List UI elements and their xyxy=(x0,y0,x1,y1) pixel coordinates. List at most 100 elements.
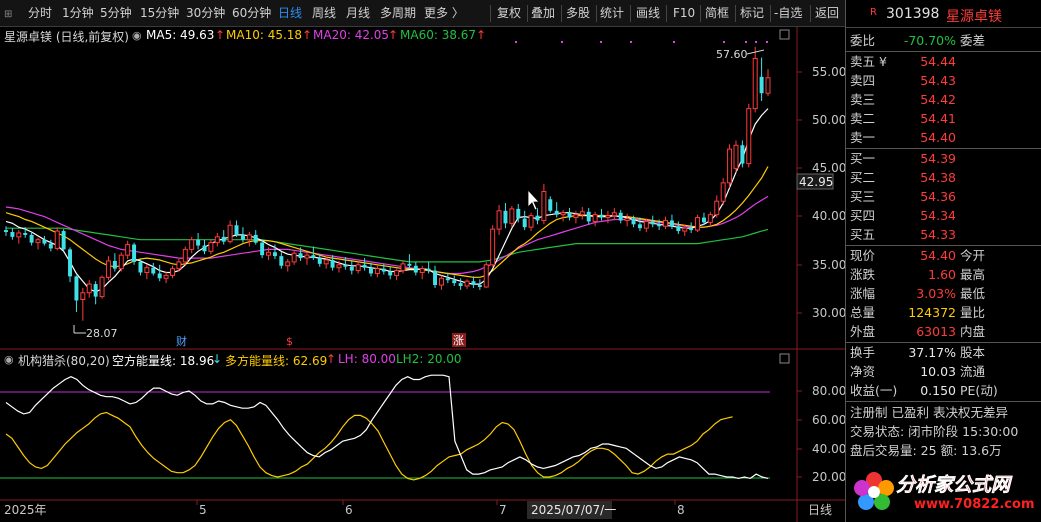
candle-body xyxy=(516,208,521,219)
candle-body xyxy=(304,254,310,259)
ask-row[interactable]: 卖二 54.41 xyxy=(846,109,1041,128)
candle xyxy=(355,261,361,274)
candle-body xyxy=(394,270,400,276)
price-tick-label: 50.00 xyxy=(812,113,845,127)
bid-row[interactable]: 买四 54.34 xyxy=(846,206,1041,225)
candle-body xyxy=(311,255,316,259)
price-axis: 55.00 50.00 45.00 40.00 35.00 30.00 42.9… xyxy=(796,65,845,320)
candle xyxy=(452,275,457,287)
candle-body xyxy=(35,239,41,244)
maximize-icon[interactable] xyxy=(779,29,790,40)
dividend-marker[interactable]: $ xyxy=(286,335,293,348)
bid-price: 54.39 xyxy=(920,151,956,166)
stat-row: 收益(一) 0.150 PE(动) xyxy=(846,381,1041,400)
candle-body xyxy=(438,277,444,286)
candle xyxy=(234,220,239,237)
mark-button[interactable]: 标记 xyxy=(740,5,764,22)
candle xyxy=(182,246,188,265)
candle-body xyxy=(10,232,15,237)
candle-body xyxy=(182,248,188,263)
candle-body xyxy=(234,225,239,235)
tab-1min[interactable]: 1分钟 xyxy=(62,5,94,22)
ma5-arrow: ↑ xyxy=(215,28,226,42)
tab-multi-period[interactable]: 多周期 xyxy=(380,5,416,22)
tab-5min[interactable]: 5分钟 xyxy=(100,5,132,22)
tab-15min[interactable]: 15分钟 xyxy=(140,5,179,22)
candle xyxy=(554,202,559,218)
bid-row[interactable]: 买一 54.39 xyxy=(846,149,1041,168)
stat-row: 外盘 63013 内盘 xyxy=(846,322,1041,341)
tab-more[interactable]: 更多 〉 xyxy=(424,5,464,22)
candle-body xyxy=(68,249,73,277)
multi-stock-button[interactable]: 多股 xyxy=(566,5,590,22)
stat-value: 1.60 xyxy=(928,267,956,282)
candle xyxy=(221,230,226,245)
candle-body xyxy=(637,224,642,229)
candle-body xyxy=(176,261,182,270)
candle-body xyxy=(355,264,361,272)
tab-monthly[interactable]: 月线 xyxy=(346,5,370,22)
ask-row[interactable]: 卖三 54.42 xyxy=(846,90,1041,109)
simple-frame-button[interactable]: 简框 xyxy=(705,5,729,22)
financial-report-marker[interactable]: 财 xyxy=(176,334,187,348)
stats-button[interactable]: 统计 xyxy=(600,5,624,22)
candle xyxy=(208,239,214,255)
stat-row: 净资 10.03 流通 xyxy=(846,362,1041,381)
weibi-row: 委比 -70.70% 委差 xyxy=(846,31,1041,50)
draw-line-button[interactable]: 画线 xyxy=(636,5,660,22)
back-button[interactable]: 返回 xyxy=(815,5,839,22)
candle xyxy=(132,242,137,265)
candle-body xyxy=(54,230,60,249)
bid-row[interactable]: 买五 54.33 xyxy=(846,225,1041,244)
candle-body xyxy=(701,217,706,223)
watermark-logo: 分析家公式网 www.70822.com xyxy=(848,464,1038,518)
empty-energy-arrow: ↓ xyxy=(212,352,223,366)
overlay-button[interactable]: 叠加 xyxy=(531,5,555,22)
stat-label: 股本 xyxy=(960,345,986,360)
candle-body xyxy=(746,108,752,165)
tab-weekly[interactable]: 周线 xyxy=(312,5,336,22)
candle xyxy=(471,276,476,288)
f10-button[interactable]: F10 xyxy=(673,5,695,22)
candle-body xyxy=(554,210,559,215)
bid-row[interactable]: 买三 54.36 xyxy=(846,187,1041,206)
bid-price: 54.38 xyxy=(920,170,956,185)
candle-body xyxy=(330,259,335,268)
ask-price: 54.44 xyxy=(920,54,956,69)
bid-label: 买五 xyxy=(850,227,876,242)
tab-60min[interactable]: 60分钟 xyxy=(232,5,271,22)
price-tick-label: 35.00 xyxy=(812,258,845,272)
ask-row[interactable]: 卖四 54.43 xyxy=(846,71,1041,90)
ask-price: 54.40 xyxy=(920,130,956,145)
candle-body xyxy=(221,236,226,242)
remove-watchlist-button[interactable]: -自选 xyxy=(774,5,802,22)
candle xyxy=(61,229,66,252)
weicha-label: 委差 xyxy=(960,33,986,48)
bid-row[interactable]: 买二 54.38 xyxy=(846,168,1041,187)
candle-body xyxy=(151,267,156,274)
tab-daily[interactable]: 日线 xyxy=(278,5,302,22)
candle-body xyxy=(611,212,617,217)
candle xyxy=(438,275,444,290)
kline-chart[interactable]: 55.00 50.00 45.00 40.00 35.00 30.00 42.9… xyxy=(0,27,845,522)
fuquan-button[interactable]: 复权 xyxy=(497,5,521,22)
collapse-icon[interactable]: ⊞ xyxy=(4,6,12,23)
stat-value: 3.03% xyxy=(916,286,956,301)
candle xyxy=(592,211,598,227)
ask-row[interactable]: 卖五 ¥ 54.44 xyxy=(846,52,1041,71)
candle-body xyxy=(541,191,547,221)
ask-label: 卖四 xyxy=(850,73,876,88)
maximize-icon[interactable] xyxy=(779,353,790,364)
stat-value: 10.03 xyxy=(920,364,956,379)
ma-settings-icon[interactable]: ◉ xyxy=(132,29,142,42)
candle-body xyxy=(650,221,655,225)
ma60-label: MA60: 38.67 xyxy=(400,28,477,42)
tab-30min[interactable]: 30分钟 xyxy=(186,5,225,22)
ask-row[interactable]: 卖一 54.40 xyxy=(846,128,1041,147)
indicator-settings-icon[interactable]: ◉ xyxy=(4,353,14,366)
candle xyxy=(202,239,207,255)
candle xyxy=(157,264,162,282)
ma60-arrow: ↑ xyxy=(476,28,487,42)
limit-up-marker[interactable]: 涨 xyxy=(453,334,464,347)
tab-fenshi[interactable]: 分时 xyxy=(28,5,52,22)
